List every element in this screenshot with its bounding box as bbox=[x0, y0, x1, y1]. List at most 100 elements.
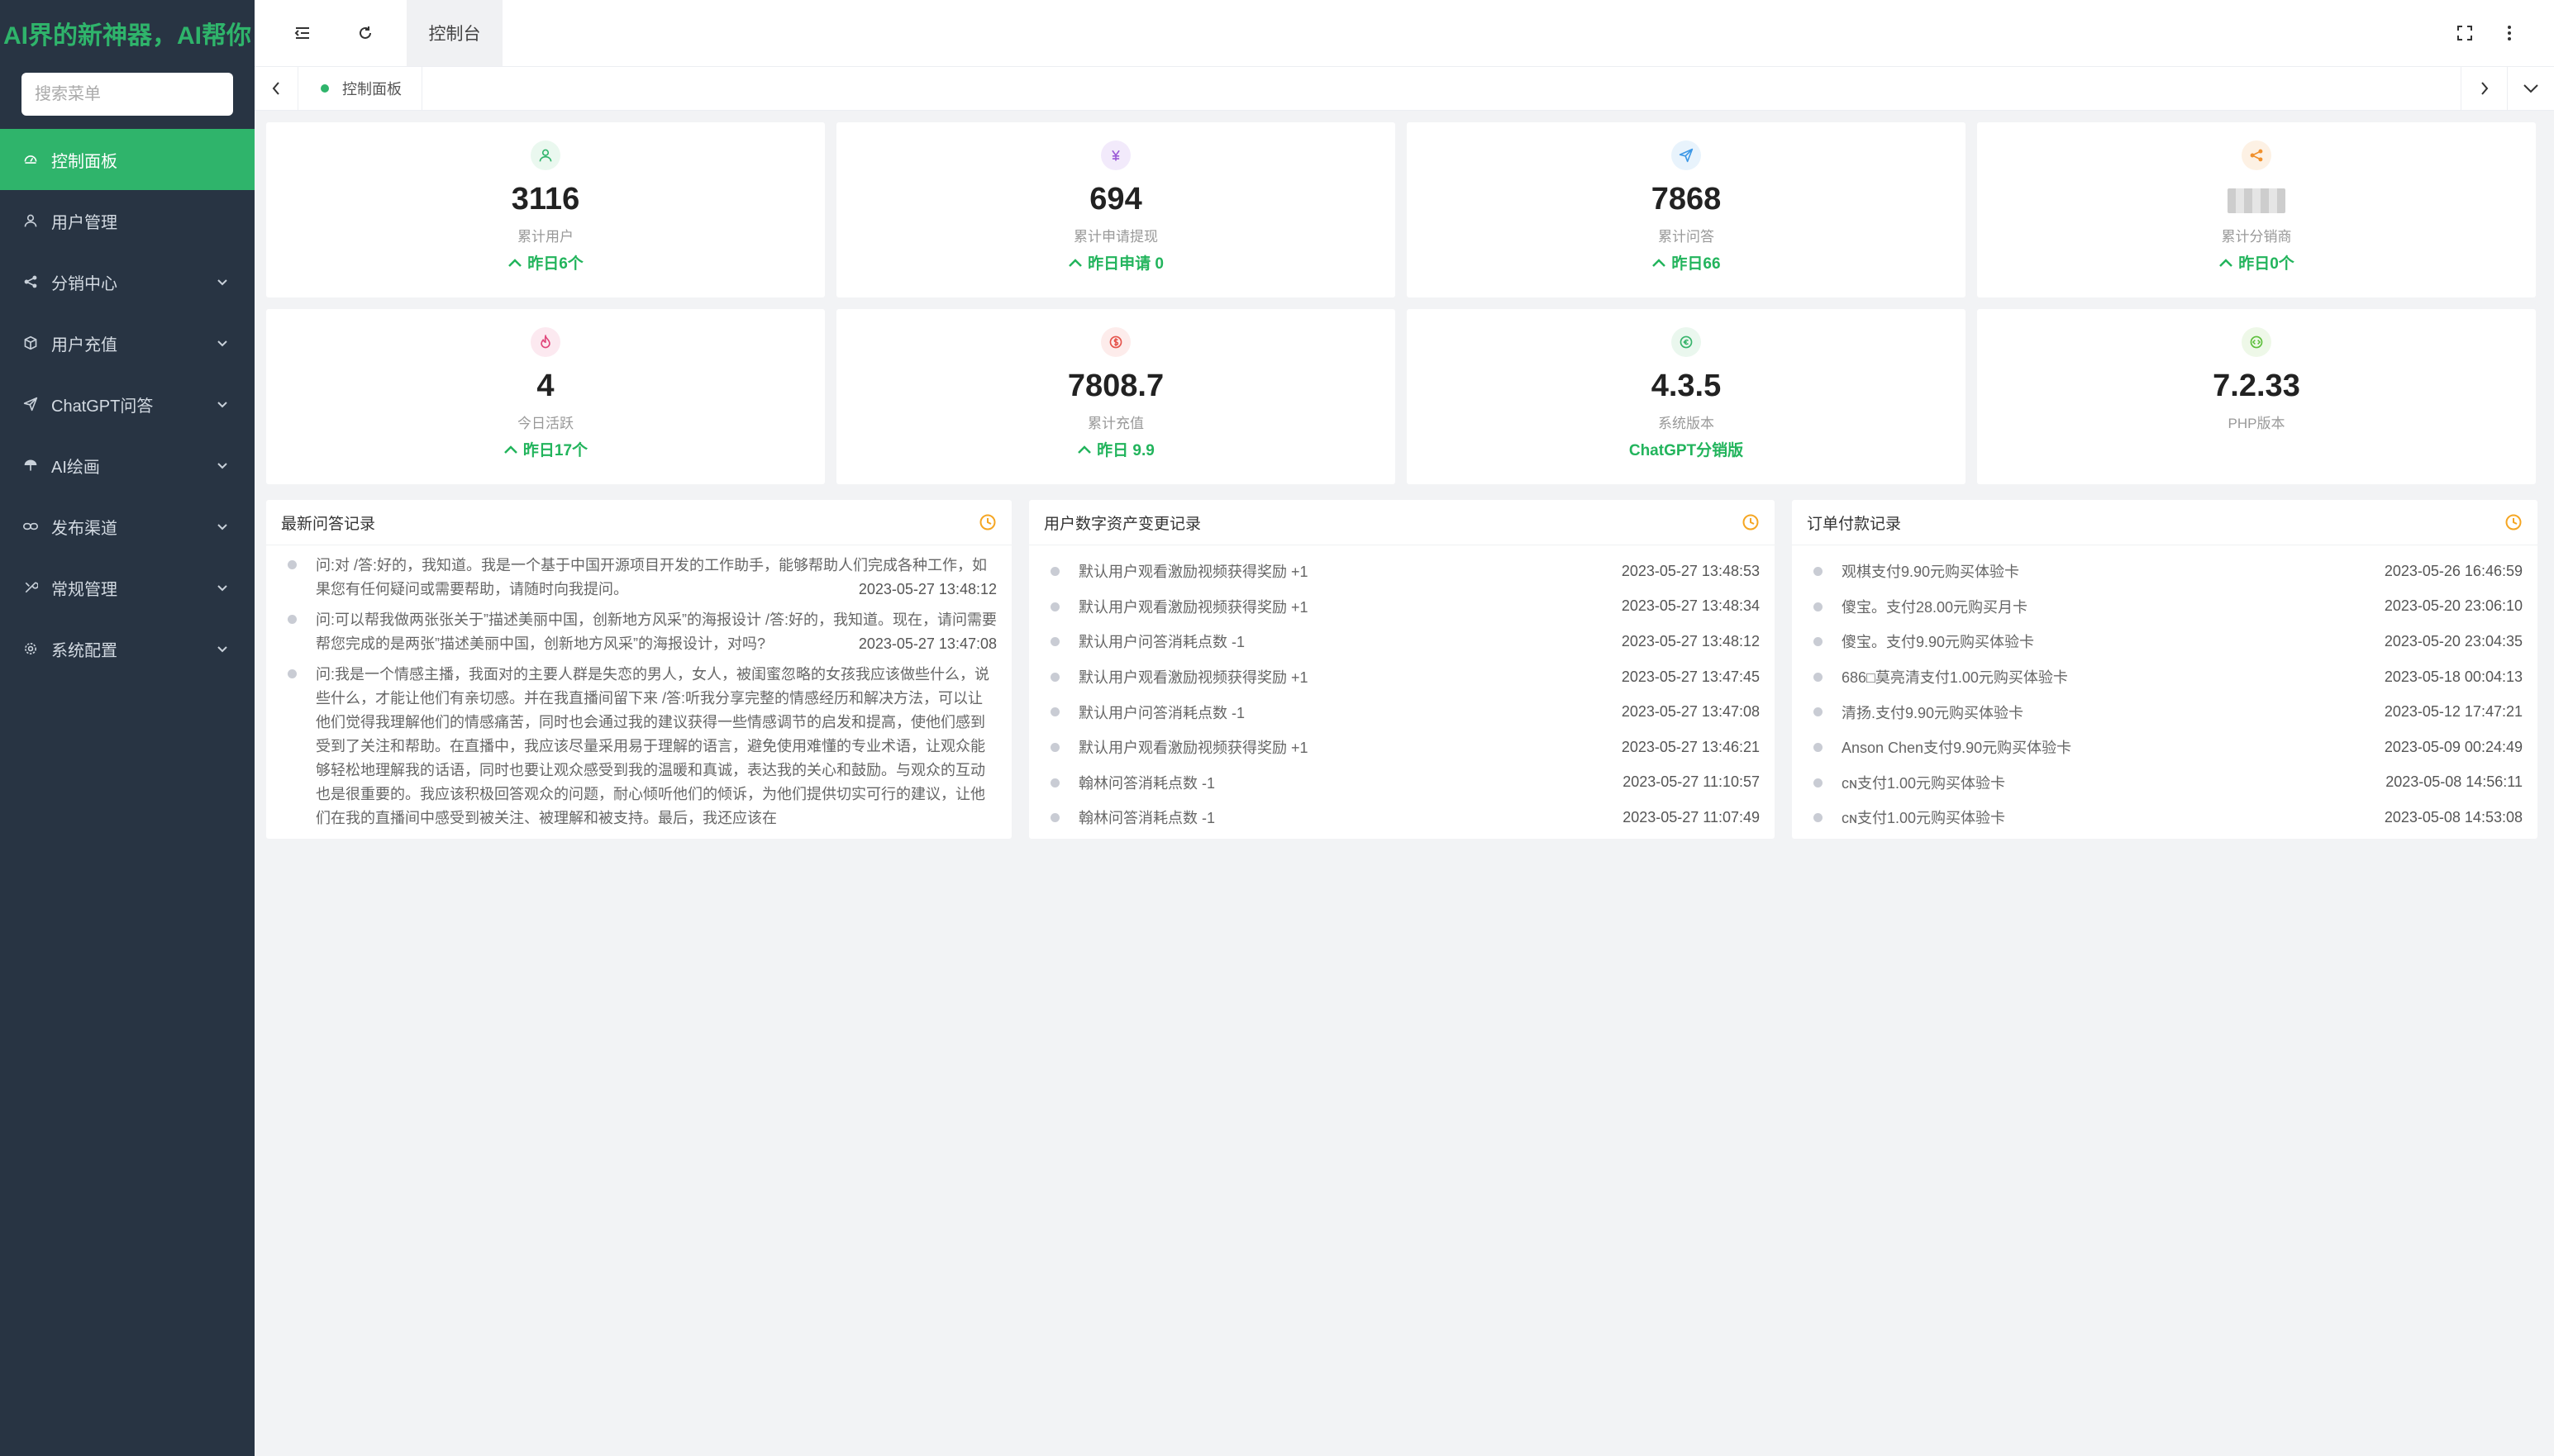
version-icon bbox=[1671, 327, 1701, 357]
record-time: 2023-05-20 23:04:35 bbox=[2384, 632, 2523, 649]
record-text: 默认用户观看激励视频获得奖励 +1 bbox=[1079, 564, 1308, 581]
stat-value: 4.3.5 bbox=[1651, 369, 1722, 403]
record-text: 清扬.支付9.90元购买体验卡 bbox=[1842, 704, 2024, 721]
stat-trend-text: 昨日申请 0 bbox=[1088, 255, 1164, 273]
sidebar-item-link[interactable]: 发布渠道 bbox=[0, 496, 255, 557]
record-text: 686□莫亮清支付1.00元购买体验卡 bbox=[1842, 669, 2068, 687]
record-text: 观棋支付9.90元购买体验卡 bbox=[1842, 564, 2020, 581]
record-time: 2023-05-09 00:24:49 bbox=[2384, 738, 2523, 755]
record-text: 默认用户问答消耗点数 -1 bbox=[1079, 634, 1246, 651]
tab-console[interactable]: 控制台 bbox=[407, 0, 503, 66]
stat-trend: 昨日申请 0 bbox=[836, 251, 1395, 274]
sidebar-item-share[interactable]: 分销中心 bbox=[0, 251, 255, 312]
timeline-dot bbox=[1813, 707, 1823, 717]
fullscreen-button[interactable] bbox=[2450, 18, 2480, 48]
list-item: 傻宝。支付28.00元购买月卡 2023-05-20 23:06:10 bbox=[1813, 589, 2523, 625]
timeline-dot bbox=[1051, 813, 1060, 823]
stat-trend: 昨日66 bbox=[1407, 251, 1966, 274]
timeline-dot bbox=[1051, 672, 1060, 682]
search-wrap bbox=[0, 73, 255, 127]
list-item: ᴄɴ支付1.00元购买体验卡 2023-05-08 14:53:08 bbox=[1813, 800, 2523, 835]
menu-toggle-button[interactable] bbox=[288, 18, 317, 48]
sidebar-item-umbrella[interactable]: AI绘画 bbox=[0, 435, 255, 496]
tab-dashboard[interactable]: 控制面板 bbox=[304, 67, 422, 110]
timeline-dot bbox=[288, 615, 297, 624]
sidebar-item-label: 用户充值 bbox=[51, 335, 117, 354]
sidebar-item-label: 常规管理 bbox=[51, 580, 117, 599]
tab-dashboard-label: 控制面板 bbox=[342, 81, 402, 98]
panel-body: 问:对 /答:好的，我知道。我是一个基于中国开源项目开发的工作助手，能够帮助人们… bbox=[266, 545, 1012, 830]
panel-title: 订单付款记录 bbox=[1807, 515, 1902, 533]
chevron-down-icon bbox=[215, 397, 230, 412]
sidebar-menu: 控制面板 用户管理 分销中心用户充值 ChatGPT问答 AI绘画发布渠道常规管理系统配… bbox=[0, 129, 255, 679]
stat-trend: ChatGPT分销版 bbox=[1407, 438, 1966, 460]
sidebar-item-label: 系统配置 bbox=[51, 641, 117, 660]
fire-icon bbox=[531, 327, 560, 357]
sidebar: AI界的新神器，AI帮你 控制面板用户管理分销中心用户充值 ChatGPT问答 AI… bbox=[0, 0, 255, 1456]
chevron-down-icon bbox=[215, 641, 230, 656]
record-text: 傻宝。支付28.00元购买月卡 bbox=[1842, 598, 2028, 616]
panel-body: 默认用户观看激励视频获得奖励 +1 2023-05-27 13:48:53 默认用户… bbox=[1029, 545, 1775, 835]
record-time: 2023-05-18 00:04:13 bbox=[2384, 668, 2523, 685]
arrow-up-icon bbox=[1651, 258, 1666, 268]
sidebar-item-gear[interactable]: 系统配置 bbox=[0, 618, 255, 679]
list-item: 686□莫亮清支付1.00元购买体验卡 2023-05-18 00:04:13 bbox=[1813, 659, 2523, 695]
timeline-dot bbox=[1813, 778, 1823, 787]
stat-label: PHP版本 bbox=[2228, 416, 2285, 431]
stat-trend: 昨日0个 bbox=[1977, 251, 2536, 274]
stat-value: 7808.7 bbox=[1067, 369, 1165, 403]
refresh-button[interactable] bbox=[350, 18, 380, 48]
clock-icon bbox=[1742, 513, 1760, 531]
timeline-dot bbox=[288, 560, 297, 569]
arrow-up-icon bbox=[1077, 445, 1092, 454]
list-item: 问:我是一个情感主播，我面对的主要人群是失恋的男人，女人，被闺蜜忽略的女孩我应该… bbox=[288, 663, 997, 830]
more-options-button[interactable] bbox=[2494, 18, 2524, 48]
sidebar-item-dashboard[interactable]: 控制面板 bbox=[0, 129, 255, 190]
record-time: 2023-05-20 23:06:10 bbox=[2384, 597, 2523, 615]
record-time: 2023-05-27 13:47:08 bbox=[1621, 703, 1760, 721]
timeline-dot bbox=[1051, 742, 1060, 752]
stat-card: 3116 累计用户 昨日6个 bbox=[266, 122, 825, 297]
sidebar-item-user[interactable]: 用户管理 bbox=[0, 190, 255, 251]
tab-strip: 控制面板 bbox=[255, 67, 2554, 111]
qa-text: 问:我是一个情感主播，我面对的主要人群是失恋的男人，女人，被闺蜜忽略的女孩我应该… bbox=[316, 663, 997, 830]
tab-options-button[interactable] bbox=[2507, 67, 2554, 110]
record-text: 默认用户观看激励视频获得奖励 +1 bbox=[1079, 740, 1308, 757]
record-time: 2023-05-27 13:48:53 bbox=[1621, 562, 1760, 579]
tab-scroll-right-button[interactable] bbox=[2461, 67, 2508, 110]
timeline-dot bbox=[1051, 707, 1060, 717]
timeline-dot bbox=[1051, 567, 1060, 576]
user-icon bbox=[21, 212, 40, 230]
list-item: ᴄɴ支付1.00元购买体验卡 2023-05-08 14:56:11 bbox=[1813, 765, 2523, 801]
list-item: 观棋支付9.90元购买体验卡 2023-05-26 16:46:59 bbox=[1813, 554, 2523, 589]
sidebar-item-tool[interactable]: 常规管理 bbox=[0, 557, 255, 618]
stat-trend-text: 昨日0个 bbox=[2238, 255, 2294, 273]
sidebar-item-label: 发布渠道 bbox=[51, 519, 117, 538]
sidebar-item-send[interactable]: ChatGPT问答 bbox=[0, 374, 255, 435]
stat-label: 累计分销商 bbox=[2221, 229, 2292, 245]
fullscreen-icon bbox=[2457, 26, 2472, 40]
list-item: 默认用户观看激励视频获得奖励 +1 2023-05-27 13:48:34 bbox=[1051, 589, 1760, 625]
stat-trend-text: 昨日17个 bbox=[522, 442, 588, 459]
send-icon bbox=[1671, 140, 1701, 170]
stat-trend: 昨日6个 bbox=[266, 251, 825, 274]
timeline-dot bbox=[1813, 567, 1823, 576]
sidebar-item-label: AI绘画 bbox=[51, 458, 100, 477]
code-icon bbox=[2242, 327, 2271, 357]
stat-value: 694 bbox=[1089, 182, 1142, 216]
timeline-dot bbox=[1813, 672, 1823, 682]
stat-trend: 昨日 9.9 bbox=[836, 438, 1395, 460]
share-icon bbox=[2242, 140, 2271, 170]
stat-value: 7868 bbox=[1651, 182, 1722, 216]
stat-trend-text: 昨日6个 bbox=[527, 255, 584, 273]
more-vertical-icon bbox=[2508, 26, 2511, 40]
sidebar-item-box[interactable]: 用户充值 bbox=[0, 312, 255, 374]
stat-trend-text: 昨日 9.9 bbox=[1097, 442, 1155, 459]
arrow-up-icon bbox=[507, 258, 522, 268]
search-input[interactable] bbox=[21, 73, 233, 116]
clock-icon bbox=[2504, 513, 2523, 531]
qa-text: 问:可以帮我做两张张关于”描述美丽中国，创新地方风采”的海报设计 /答:好的，我… bbox=[316, 608, 997, 656]
list-item: 默认用户观看激励视频获得奖励 +1 2023-05-27 13:47:45 bbox=[1051, 659, 1760, 695]
tab-scroll-left-button[interactable] bbox=[255, 67, 298, 110]
panel-body: 观棋支付9.90元购买体验卡 2023-05-26 16:46:59 傻宝。支付28… bbox=[1792, 545, 2537, 835]
